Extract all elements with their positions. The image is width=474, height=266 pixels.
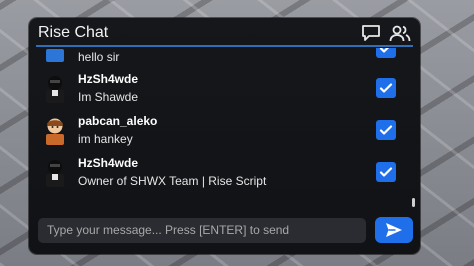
header-divider bbox=[36, 45, 413, 47]
window-title: Rise Chat bbox=[38, 24, 109, 41]
message-input[interactable]: Type your message... Press [ENTER] to se… bbox=[38, 218, 366, 243]
avatar bbox=[42, 158, 68, 188]
avatar bbox=[42, 116, 68, 146]
message-item: hello sir bbox=[39, 48, 410, 72]
message-username: pabcan_aleko bbox=[78, 114, 158, 128]
chat-window: Rise Chat hello sir HzSh4wde Im Shawde p… bbox=[29, 18, 420, 254]
message-text: hello sir bbox=[78, 50, 120, 64]
message-item: HzSh4wde Owner of SHWX Team | Rise Scrip… bbox=[39, 154, 410, 196]
send-button[interactable] bbox=[375, 217, 413, 243]
message-username: HzSh4wde bbox=[78, 156, 139, 170]
avatar bbox=[42, 48, 68, 64]
avatar bbox=[42, 74, 68, 104]
message-item: pabcan_aleko im hankey bbox=[39, 112, 410, 154]
chat-bubble-icon[interactable] bbox=[361, 24, 381, 42]
message-checkbox[interactable] bbox=[376, 162, 396, 182]
message-username: HzSh4wde bbox=[78, 72, 139, 86]
message-checkbox[interactable] bbox=[376, 78, 396, 98]
message-checkbox[interactable] bbox=[376, 120, 396, 140]
send-icon bbox=[386, 223, 402, 237]
message-list[interactable]: hello sir HzSh4wde Im Shawde pabcan_alek… bbox=[29, 48, 420, 208]
message-item: HzSh4wde Im Shawde bbox=[39, 70, 410, 112]
message-checkbox[interactable] bbox=[376, 48, 396, 58]
users-icon[interactable] bbox=[389, 24, 411, 42]
message-text: Im Shawde bbox=[78, 90, 139, 104]
message-text: Owner of SHWX Team | Rise Script bbox=[78, 174, 267, 188]
scrollbar-thumb[interactable] bbox=[412, 198, 415, 207]
message-text: im hankey bbox=[78, 132, 133, 146]
